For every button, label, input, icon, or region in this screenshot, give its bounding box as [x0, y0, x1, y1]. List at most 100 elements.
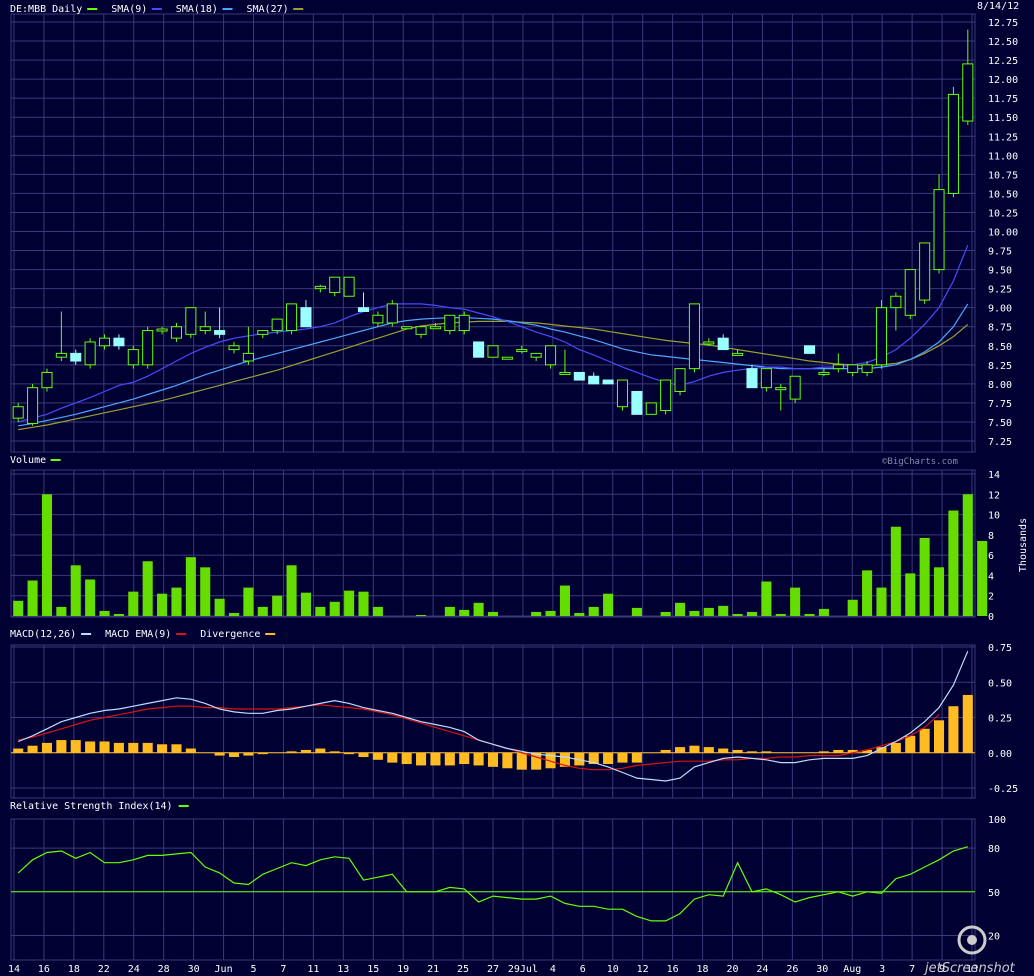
y-tick-label: 0.75: [988, 643, 1012, 654]
volume-ylabel: Thousands: [1018, 518, 1029, 572]
volume-bar: [574, 612, 585, 616]
volume-bar: [257, 606, 268, 616]
divergence-bar: [617, 752, 628, 763]
y-tick-label: 10.75: [988, 170, 1018, 181]
jet-logo-dot: [967, 935, 977, 945]
volume-bar: [214, 598, 225, 616]
y-tick-label: 8.75: [988, 323, 1012, 334]
y-tick-label: 12.50: [988, 37, 1018, 48]
y-tick-label: 8.00: [988, 380, 1012, 391]
volume-bar: [228, 612, 240, 616]
candle-body: [746, 368, 758, 389]
y-tick-label: 9.75: [988, 247, 1012, 258]
divergence-bar: [473, 752, 484, 766]
volume-bar: [459, 609, 470, 616]
candle-body: [545, 345, 557, 366]
volume-bar: [329, 601, 340, 616]
x-tick-label: 24: [128, 964, 140, 975]
divergence-bar: [905, 735, 916, 753]
volume-bar: [315, 606, 326, 616]
x-tick-label: 14: [8, 964, 20, 975]
candle-body: [645, 402, 657, 415]
legend-label: SMA(27): [247, 4, 289, 15]
volume-bar: [804, 613, 815, 616]
stock-chart: 7.25 7.50 7.75 8.00 8.25 8.50 8.75 9.00 9.25 9.50…: [8, 1, 1029, 976]
candle-body: [142, 330, 154, 366]
divergence-bar: [919, 728, 930, 753]
volume-bar: [588, 606, 599, 616]
volume-bar: [962, 494, 973, 616]
candle-body: [314, 285, 326, 290]
divergence-bar: [300, 749, 311, 753]
candle-body: [271, 318, 283, 332]
x-tick-label: 30: [188, 964, 200, 975]
candle-body: [962, 63, 974, 122]
candle-body: [127, 349, 139, 366]
candle-body: [113, 337, 125, 347]
candle-body: [429, 326, 441, 330]
volume-bar: [559, 585, 570, 616]
candle-body: [286, 303, 298, 332]
volume-bar: [631, 607, 642, 616]
candle-body: [501, 356, 513, 360]
divergence-bar: [761, 751, 772, 753]
divergence-bar: [70, 740, 81, 753]
volume-panel: 0 2 4 6 8 10 12 14 Volume Thousands: [10, 455, 1029, 623]
volume-bar: [933, 567, 945, 616]
divergence-bar: [142, 742, 153, 753]
x-tick-label: 27: [487, 964, 499, 975]
chart-date: 8/14/12: [977, 1, 1019, 12]
volume-bar: [718, 605, 729, 616]
x-tick-label: 7: [909, 964, 915, 975]
volume-bar: [876, 587, 887, 616]
y-tick-label: 8: [988, 531, 994, 542]
y-tick-label: 11.50: [988, 113, 1018, 124]
volume-bar: [761, 581, 772, 616]
candle-body: [674, 368, 686, 392]
candle-body: [84, 341, 96, 366]
candle-body: [242, 352, 254, 362]
y-tick-label: 6: [988, 551, 994, 562]
legend-label: MACD(12,26): [10, 629, 76, 640]
candle-body: [257, 330, 269, 335]
volume-bar: [444, 606, 455, 616]
divergence-bar: [631, 752, 642, 763]
price-panel: 7.25 7.50 7.75 8.00 8.25 8.50 8.75 9.00 9.25 9.50…: [10, 4, 1018, 453]
candle-body: [185, 307, 197, 335]
x-tick-label: 16: [667, 964, 679, 975]
jet-logo-text: jetScreenshot: [923, 961, 1016, 976]
candle-body: [357, 307, 370, 312]
legend-label: Volume: [10, 455, 46, 466]
x-tick-label: 16: [38, 964, 50, 975]
candle-body: [875, 307, 888, 366]
legend-label: DE:MBB Daily: [10, 4, 82, 15]
y-tick-label: 10.50: [988, 189, 1018, 200]
x-tick-label: 21: [427, 964, 439, 975]
y-tick-label: 14: [988, 470, 1000, 481]
candle-body: [70, 352, 82, 362]
volume-bar: [790, 587, 801, 616]
candle-body: [919, 242, 931, 301]
divergence-bar: [818, 751, 829, 753]
candle-body: [861, 364, 873, 373]
divergence-bar: [718, 748, 729, 753]
candle-body: [789, 375, 801, 400]
y-tick-label: 20: [988, 931, 1000, 942]
volume-bar: [372, 606, 383, 616]
volume-bar: [70, 565, 81, 616]
candle-body: [386, 303, 398, 324]
x-tick-label: 24: [756, 964, 768, 975]
volume-bar: [157, 593, 168, 616]
volume-bar: [272, 595, 283, 616]
volume-bar: [286, 565, 297, 616]
x-tick-label: 22: [98, 964, 110, 975]
volume-bar: [416, 614, 427, 616]
divergence-bar: [516, 752, 527, 770]
candle-body: [415, 326, 427, 335]
divergence-bar: [746, 751, 758, 753]
volume-bar: [85, 579, 96, 616]
y-tick-label: 50: [988, 888, 1000, 899]
watermark: ©BigCharts.com: [882, 457, 958, 467]
candle-body: [487, 345, 499, 358]
divergence-bar: [85, 741, 96, 753]
